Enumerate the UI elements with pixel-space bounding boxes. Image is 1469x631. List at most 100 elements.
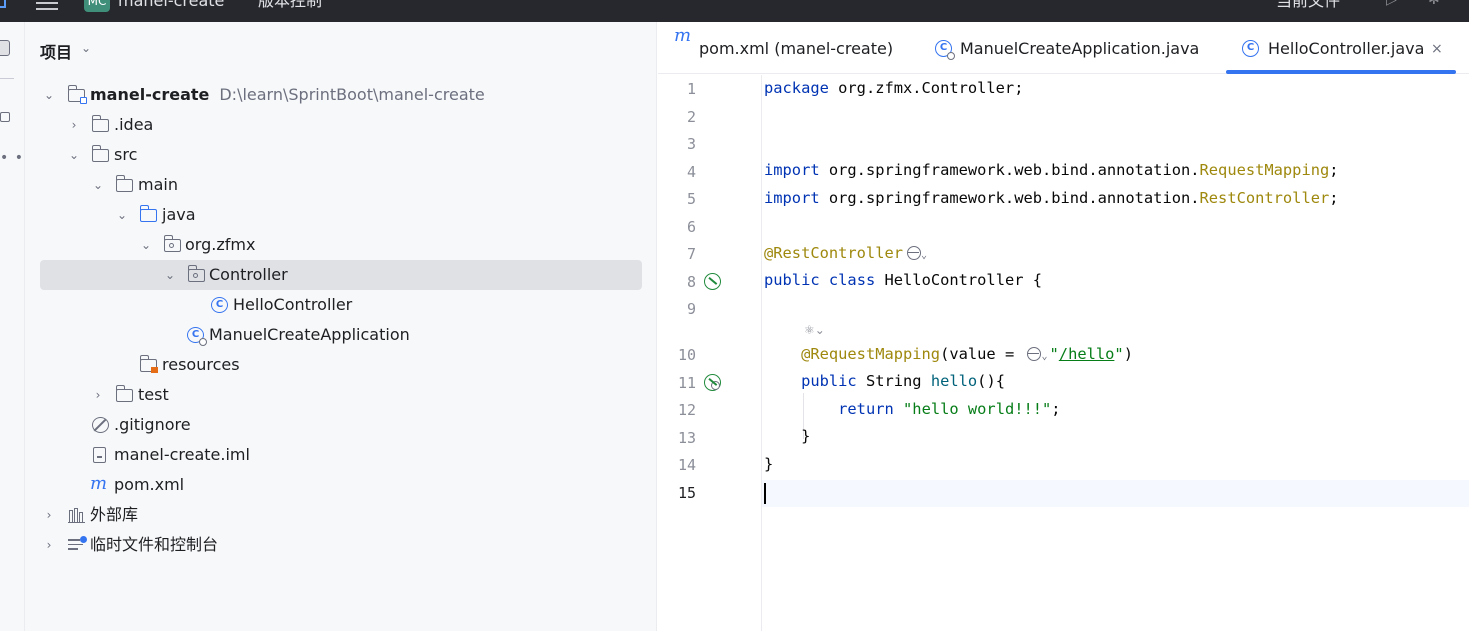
- line-number: 9: [686, 300, 696, 318]
- chevron-right-icon[interactable]: ›: [42, 500, 56, 530]
- tree-item-label: 外部库: [90, 505, 139, 524]
- chevron-down-icon[interactable]: ⌄: [163, 260, 177, 290]
- project-panel: 项目 ⌄ ⌄ manel-create D:\learn\SprintBoot\m…: [25, 22, 657, 631]
- close-icon[interactable]: ×: [1431, 22, 1443, 76]
- tree-item-package[interactable]: ⌄ org.zfmx: [25, 230, 657, 260]
- active-tab-indicator: [1226, 70, 1456, 74]
- tree-item-external-libraries[interactable]: › 外部库: [25, 500, 657, 530]
- endpoint-globe-icon[interactable]: [907, 246, 921, 260]
- chevron-down-icon[interactable]: ⌄: [115, 200, 129, 230]
- tree-item-label: manel-create.iml: [114, 445, 250, 464]
- module-path: D:\learn\SprintBoot\manel-create: [219, 85, 485, 104]
- tree-item-java[interactable]: ⌄ java: [25, 200, 657, 230]
- maven-icon: m: [674, 25, 692, 46]
- spring-boot-class-icon: C: [187, 327, 207, 346]
- chevron-down-icon[interactable]: ⌄: [1041, 351, 1047, 362]
- current-line-highlight: [762, 480, 1469, 507]
- project-switcher[interactable]: manel-create: [118, 0, 224, 12]
- code-vision-icon[interactable]: ⚛⌄: [804, 323, 825, 337]
- endpoint-globe-icon[interactable]: [1027, 347, 1042, 361]
- vcs-widget[interactable]: 版本控制: [258, 0, 322, 12]
- code-line-4: import org.springframework.web.bind.anno…: [764, 161, 1339, 179]
- tab-pom-xml[interactable]: m pom.xml (manel-create): [658, 22, 918, 74]
- line-number: 10: [677, 346, 696, 364]
- chevron-down-icon[interactable]: ⌄: [91, 170, 105, 200]
- code-editor[interactable]: package org.zfmx.Controller; import org.…: [762, 75, 1469, 631]
- tree-item-label: test: [138, 385, 169, 404]
- spring-endpoint-gutter-icon[interactable]: [704, 374, 721, 391]
- run-config-selector[interactable]: 当前文件: [1276, 0, 1340, 12]
- tree-item-application[interactable]: C ManuelCreateApplication: [25, 320, 657, 350]
- chevron-right-icon[interactable]: ›: [67, 110, 81, 140]
- line-number: 15: [677, 484, 696, 502]
- code-line-5: import org.springframework.web.bind.anno…: [764, 189, 1339, 207]
- chevron-right-icon[interactable]: ›: [91, 380, 105, 410]
- project-tool-icon[interactable]: [0, 40, 10, 56]
- structure-tool-icon[interactable]: [0, 112, 10, 122]
- strip-divider: [0, 78, 14, 79]
- tree-item-iml[interactable]: manel-create.iml: [25, 440, 657, 470]
- scratch-icon: [68, 536, 87, 555]
- line-number: 12: [677, 401, 696, 419]
- code-line-12: return "hello world!!!";: [838, 400, 1061, 418]
- chevron-down-icon[interactable]: ⌄: [139, 230, 153, 260]
- spring-bean-gutter-icon[interactable]: [704, 273, 721, 290]
- tree-item-gitignore[interactable]: .gitignore: [25, 410, 657, 440]
- folder-icon: [115, 385, 133, 402]
- module-folder-icon: [67, 85, 87, 104]
- tab-hello-controller[interactable]: C HelloController.java ×: [1226, 22, 1458, 74]
- code-line-10: @RequestMapping(value = ⌄ "/hello"): [801, 345, 1133, 363]
- tree-item-hello-controller[interactable]: C HelloController: [25, 290, 657, 320]
- library-icon: [68, 507, 85, 523]
- folder-icon: [115, 175, 133, 192]
- tab-label: ManuelCreateApplication.java: [960, 39, 1200, 58]
- line-number: 13: [677, 429, 696, 447]
- tree-item-idea[interactable]: › .idea: [25, 110, 657, 140]
- tree-item-controller[interactable]: ⌄ Controller: [25, 260, 657, 290]
- selection-highlight: [40, 260, 642, 290]
- tree-item-src[interactable]: ⌄ src: [25, 140, 657, 170]
- code-line-13: }: [801, 427, 811, 445]
- tree-item-module[interactable]: ⌄ manel-create D:\learn\SprintBoot\manel-…: [25, 80, 657, 110]
- run-icon[interactable]: ▷: [1386, 0, 1397, 8]
- tab-application-java[interactable]: C ManuelCreateApplication.java: [918, 22, 1218, 74]
- line-number: 7: [686, 245, 696, 263]
- project-panel-title[interactable]: 项目: [40, 39, 72, 63]
- chevron-down-icon[interactable]: ⌄: [67, 140, 81, 170]
- line-number: 8: [686, 273, 696, 291]
- more-tools-icon[interactable]: • •: [0, 150, 24, 166]
- class-icon: C: [1242, 40, 1259, 57]
- code-line-7: @RestController ⌄: [764, 244, 928, 262]
- tree-item-scratches[interactable]: › 临时文件和控制台: [25, 530, 657, 560]
- line-number: 11: [677, 374, 696, 392]
- tree-item-pom[interactable]: m pom.xml: [25, 470, 657, 500]
- line-number: 2: [686, 108, 696, 126]
- folder-icon: [91, 145, 109, 162]
- tree-item-resources[interactable]: resources: [25, 350, 657, 380]
- ide-logo-icon: [0, 0, 6, 8]
- resources-folder-icon: [139, 355, 158, 373]
- chevron-down-icon[interactable]: ⌄: [921, 250, 927, 261]
- tree-item-label: .idea: [114, 115, 154, 134]
- class-icon: C: [211, 297, 228, 313]
- chevron-right-icon[interactable]: ›: [42, 530, 56, 560]
- chevron-down-icon[interactable]: ⌄: [81, 41, 91, 55]
- line-number: 1: [686, 80, 696, 98]
- editor-gutter: 1 2 3 4 5 6 7 8 9 10 11 12 13 14 15: [658, 75, 762, 631]
- tree-item-label: pom.xml: [114, 475, 185, 494]
- debug-icon[interactable]: ✲: [1428, 0, 1440, 8]
- tree-item-label: org.zfmx: [185, 235, 256, 254]
- tree-item-main[interactable]: ⌄ main: [25, 170, 657, 200]
- code-line-8: public class HelloController {: [764, 271, 1043, 289]
- tree-item-test[interactable]: › test: [25, 380, 657, 410]
- project-badge[interactable]: MC: [84, 0, 110, 12]
- tree-item-label: HelloController: [233, 295, 353, 314]
- text-caret: [764, 483, 766, 504]
- chevron-down-icon[interactable]: ⌄: [42, 80, 56, 110]
- iml-file-icon: [93, 447, 106, 463]
- editor-tabs: m pom.xml (manel-create) C ManuelCreateA…: [658, 22, 1469, 74]
- tool-window-strip: • •: [0, 22, 25, 631]
- tree-item-label: Controller: [209, 265, 288, 284]
- main-menu-icon[interactable]: [36, 0, 58, 10]
- globe-icon: [711, 381, 720, 390]
